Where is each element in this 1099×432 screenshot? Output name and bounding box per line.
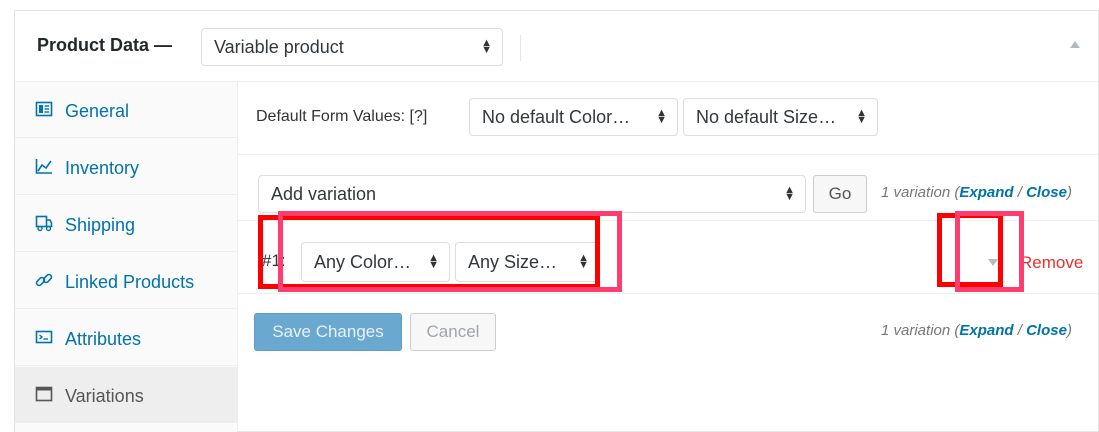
panel-title: Product Data — [37, 35, 173, 55]
separator: / [1013, 322, 1027, 339]
cancel-button[interactable]: Cancel [410, 313, 496, 351]
variation-count-footer: 1 variation (Expand / Close) [881, 322, 1072, 339]
default-size-select[interactable]: No default Size… ▲ ▼ [683, 98, 878, 136]
select-arrows-icon: ▲ ▼ [784, 184, 795, 203]
general-icon [35, 101, 53, 117]
shipping-icon [35, 215, 53, 232]
inventory-icon [35, 159, 52, 174]
select-arrows-icon: ▲ ▼ [856, 107, 867, 126]
paren-close: ) [1066, 184, 1072, 201]
default-form-values-label: Default Form Values: [?] [256, 108, 428, 125]
product-type-select[interactable]: Variable product ▲ ▼ [201, 28, 503, 66]
default-color-value: No default Color… [482, 107, 631, 127]
tab-general[interactable]: General [15, 82, 237, 138]
attributes-icon [35, 330, 53, 344]
product-data-tabs: General Inventory Shipping Linked Produc… [15, 82, 238, 432]
default-size-value: No default Size… [696, 107, 837, 127]
expand-all-link[interactable]: Expand [959, 184, 1013, 201]
remove-variation-link[interactable]: Remove [1020, 253, 1083, 273]
paren-close: ) [1066, 322, 1072, 339]
tab-shipping[interactable]: Shipping [15, 196, 237, 252]
default-color-select[interactable]: No default Color… ▲ ▼ [469, 98, 678, 136]
tab-inventory[interactable]: Inventory [15, 139, 237, 195]
header-divider [520, 35, 521, 61]
tab-variations[interactable]: Variations [15, 367, 237, 423]
select-arrows-icon: ▲ ▼ [656, 107, 667, 126]
tab-label: Inventory [65, 158, 140, 178]
select-arrows-icon: ▲ ▼ [481, 37, 492, 56]
tab-attributes[interactable]: Attributes [15, 310, 237, 366]
tab-label: General [65, 101, 130, 121]
separator: / [1013, 184, 1027, 201]
add-variation-value: Add variation [271, 184, 377, 204]
variations-icon [35, 386, 53, 402]
go-button[interactable]: Go [813, 175, 867, 213]
tab-label: Shipping [65, 215, 136, 235]
default-form-values-row: Default Form Values: [?] No default Colo… [238, 82, 1098, 155]
add-variation-select[interactable]: Add variation ▲ ▼ [258, 175, 806, 213]
save-changes-button[interactable]: Save Changes [254, 313, 402, 351]
variation-count: 1 variation (Expand / Close) [881, 184, 1072, 201]
highlight-box-pink [955, 211, 1024, 292]
close-all-link[interactable]: Close [1026, 322, 1067, 339]
close-all-link[interactable]: Close [1026, 184, 1067, 201]
panel-header: Product Data — Variable product ▲ ▼ [15, 11, 1098, 82]
link-icon [35, 273, 53, 287]
highlight-box-pink [278, 211, 622, 292]
variation-count-text: 1 variation ( [881, 184, 960, 201]
tab-linked-products[interactable]: Linked Products [15, 253, 237, 309]
product-type-value: Variable product [214, 37, 344, 57]
tab-label: Attributes [65, 329, 142, 349]
tab-label: Variations [65, 386, 144, 406]
variation-count-text: 1 variation ( [881, 322, 960, 339]
expand-all-link[interactable]: Expand [959, 322, 1013, 339]
tab-label: Linked Products [65, 272, 195, 292]
collapse-toggle-icon[interactable] [1070, 41, 1080, 48]
